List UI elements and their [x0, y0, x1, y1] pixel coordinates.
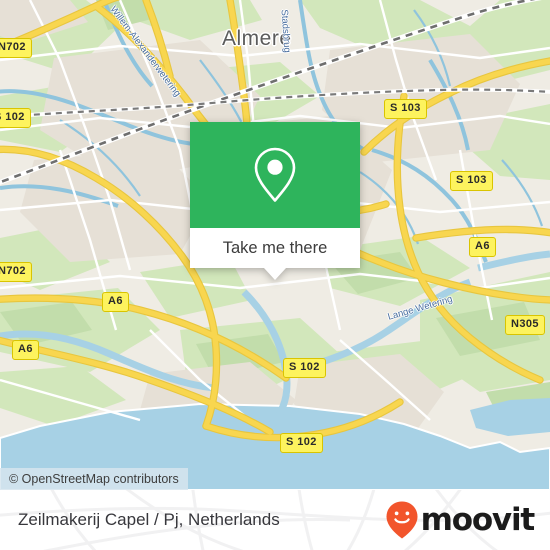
map-pin-icon [254, 147, 296, 202]
callout-tail [264, 268, 286, 280]
road-shield-n305-se: N305 [505, 315, 545, 335]
callout-header [190, 122, 360, 228]
moovit-logo[interactable]: moovit [385, 500, 536, 540]
place-name-label: Zeilmakerij Capel / Pj, Netherlands [18, 510, 280, 529]
moovit-wordmark: moovit [420, 501, 536, 538]
road-shield-a6-w: A6 [102, 292, 129, 312]
road-shield-a6-e: A6 [469, 237, 496, 257]
road-shield-s102-ss: S 102 [280, 433, 323, 453]
road-shield-s102-w: S 102 [0, 108, 31, 128]
footer-bar: Zeilmakerij Capel / Pj, Netherlands moov… [0, 490, 550, 550]
moovit-smiley-pin-icon [386, 501, 418, 539]
take-me-there-button[interactable]: Take me there [190, 228, 360, 268]
road-shield-n702-sw: N702 [0, 262, 32, 282]
road-shield-s102-s: S 102 [283, 358, 326, 378]
road-shield-n702-nw: N702 [0, 38, 32, 58]
osm-attribution[interactable]: © OpenStreetMap contributors [0, 468, 188, 490]
road-shield-s103-e: S 103 [450, 171, 493, 191]
take-me-there-label: Take me there [222, 238, 328, 257]
take-me-there-callout[interactable]: Take me there [190, 122, 360, 280]
road-shield-a6-sw: A6 [12, 340, 39, 360]
map-page: Almere Lange Wetering Willem-Alexanderwe… [0, 0, 550, 550]
road-shield-s103-n: S 103 [384, 99, 427, 119]
